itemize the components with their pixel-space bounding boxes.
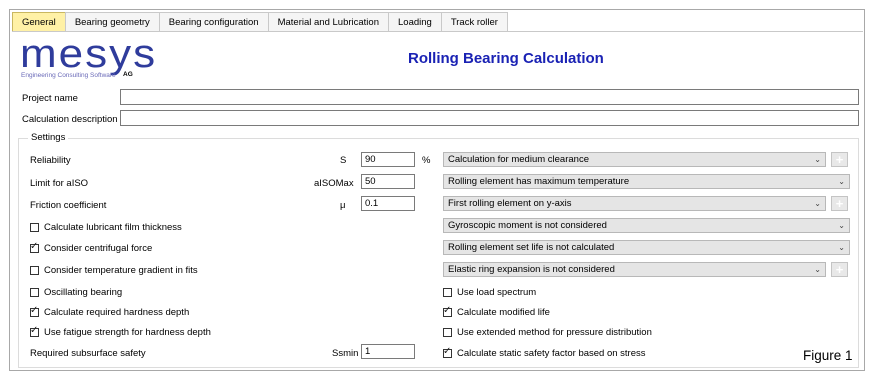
select-value: First rolling element on y-axis	[448, 198, 572, 209]
add-clearance-button[interactable]: +	[831, 152, 848, 167]
select-value: Rolling element has maximum temperature	[448, 176, 630, 187]
lubricant-film-checkbox[interactable]: Calculate lubricant film thickness	[30, 222, 182, 233]
select-value: Elastic ring expansion is not considered	[448, 264, 615, 275]
clearance-select[interactable]: Calculation for medium clearance ⌄	[443, 152, 826, 167]
subsurface-safety-label: Required subsurface safety	[30, 348, 146, 359]
chevron-down-icon: ⌄	[814, 155, 821, 164]
limit-aiso-symbol: aISOMax	[314, 178, 354, 189]
checkbox-label: Use load spectrum	[457, 287, 537, 298]
chevron-down-icon: ⌄	[814, 199, 821, 208]
modified-life-checkbox[interactable]: ✓ Calculate modified life	[443, 305, 550, 318]
limit-aiso-label: Limit for aISO	[30, 178, 89, 189]
check-icon: ✓	[443, 346, 452, 357]
checkbox-label: Calculate modified life	[457, 307, 550, 318]
centrifugal-force-checkbox[interactable]: ✓ Consider centrifugal force	[30, 241, 153, 254]
temperature-select[interactable]: Rolling element has maximum temperature ⌄	[443, 174, 850, 189]
mesys-logo: mesys Engineering Consulting Software AG	[20, 31, 158, 79]
checkbox-box	[443, 328, 452, 337]
checkbox-box: ✓	[30, 241, 39, 253]
fatigue-strength-checkbox[interactable]: ✓ Use fatigue strength for hardness dept…	[30, 325, 211, 338]
checkbox-label: Calculate lubricant film thickness	[44, 222, 182, 233]
project-name-input[interactable]	[120, 89, 859, 105]
calculation-description-label: Calculation description	[22, 114, 118, 125]
chevron-down-icon: ⌄	[838, 221, 845, 230]
tab-bar: General Bearing geometry Bearing configu…	[12, 12, 508, 32]
checkbox-box	[30, 223, 39, 232]
check-icon: ✓	[30, 241, 39, 252]
static-safety-checkbox[interactable]: ✓ Calculate static safety factor based o…	[443, 346, 646, 359]
checkbox-label: Use fatigue strength for hardness depth	[44, 327, 211, 338]
page-title: Rolling Bearing Calculation	[408, 50, 604, 67]
friction-label: Friction coefficient	[30, 200, 107, 211]
rolling-element-position-select[interactable]: First rolling element on y-axis ⌄	[443, 196, 826, 211]
friction-input[interactable]: 0.1	[361, 196, 415, 211]
project-name-label: Project name	[22, 93, 78, 104]
checkbox-label: Calculate required hardness depth	[44, 307, 190, 318]
subsurface-safety-input[interactable]: 1	[361, 344, 415, 359]
reliability-label: Reliability	[30, 155, 71, 166]
ring-expansion-select[interactable]: Elastic ring expansion is not considered…	[443, 262, 826, 277]
tab-material-lubrication[interactable]: Material and Lubrication	[267, 12, 389, 32]
check-icon: ✓	[30, 305, 39, 316]
chevron-down-icon: ⌄	[814, 265, 821, 274]
check-icon: ✓	[30, 325, 39, 336]
select-value: Calculation for medium clearance	[448, 154, 589, 165]
checkbox-box: ✓	[30, 305, 39, 317]
temperature-gradient-checkbox[interactable]: Consider temperature gradient in fits	[30, 265, 198, 276]
checkbox-box: ✓	[443, 346, 452, 358]
oscillating-bearing-checkbox[interactable]: Oscillating bearing	[30, 287, 122, 298]
reliability-unit: %	[422, 155, 431, 166]
logo-subtitle: Engineering Consulting Software	[21, 72, 116, 79]
extended-pressure-checkbox[interactable]: Use extended method for pressure distrib…	[443, 327, 652, 338]
select-value: Gyroscopic moment is not considered	[448, 220, 607, 231]
figure-label: Figure 1	[803, 348, 853, 363]
checkbox-label: Use extended method for pressure distrib…	[457, 327, 652, 338]
checkbox-box: ✓	[30, 325, 39, 337]
tab-bearing-configuration[interactable]: Bearing configuration	[158, 12, 269, 32]
element-set-life-select[interactable]: Rolling element set life is not calculat…	[443, 240, 850, 255]
subsurface-safety-symbol: Ssmin	[332, 348, 359, 359]
calculation-description-input[interactable]	[120, 110, 859, 126]
check-icon: ✓	[443, 305, 452, 316]
add-position-button[interactable]: +	[831, 196, 848, 211]
limit-aiso-input[interactable]: 50	[361, 174, 415, 189]
checkbox-label: Calculate static safety factor based on …	[457, 348, 646, 359]
logo-suffix: AG	[123, 71, 133, 78]
gyroscopic-moment-select[interactable]: Gyroscopic moment is not considered ⌄	[443, 218, 850, 233]
friction-symbol: μ	[340, 200, 346, 211]
checkbox-box	[443, 288, 452, 297]
settings-group-title: Settings	[28, 132, 69, 143]
chevron-down-icon: ⌄	[838, 177, 845, 186]
checkbox-box: ✓	[443, 305, 452, 317]
tab-bearing-geometry[interactable]: Bearing geometry	[64, 12, 160, 32]
tab-track-roller[interactable]: Track roller	[440, 12, 508, 32]
checkbox-label: Consider centrifugal force	[44, 243, 153, 254]
tab-loading[interactable]: Loading	[388, 12, 442, 32]
checkbox-box	[30, 266, 39, 275]
select-value: Rolling element set life is not calculat…	[448, 242, 615, 253]
reliability-input[interactable]: 90	[361, 152, 415, 167]
checkbox-label: Oscillating bearing	[44, 287, 123, 298]
load-spectrum-checkbox[interactable]: Use load spectrum	[443, 287, 536, 298]
hardness-depth-checkbox[interactable]: ✓ Calculate required hardness depth	[30, 305, 190, 318]
add-ring-expansion-button[interactable]: +	[831, 262, 848, 277]
chevron-down-icon: ⌄	[838, 243, 845, 252]
reliability-symbol: S	[340, 155, 347, 166]
checkbox-label: Consider temperature gradient in fits	[44, 265, 198, 276]
logo-wordmark: mesys	[20, 31, 158, 76]
tab-general[interactable]: General	[12, 12, 66, 32]
checkbox-box	[30, 288, 39, 297]
